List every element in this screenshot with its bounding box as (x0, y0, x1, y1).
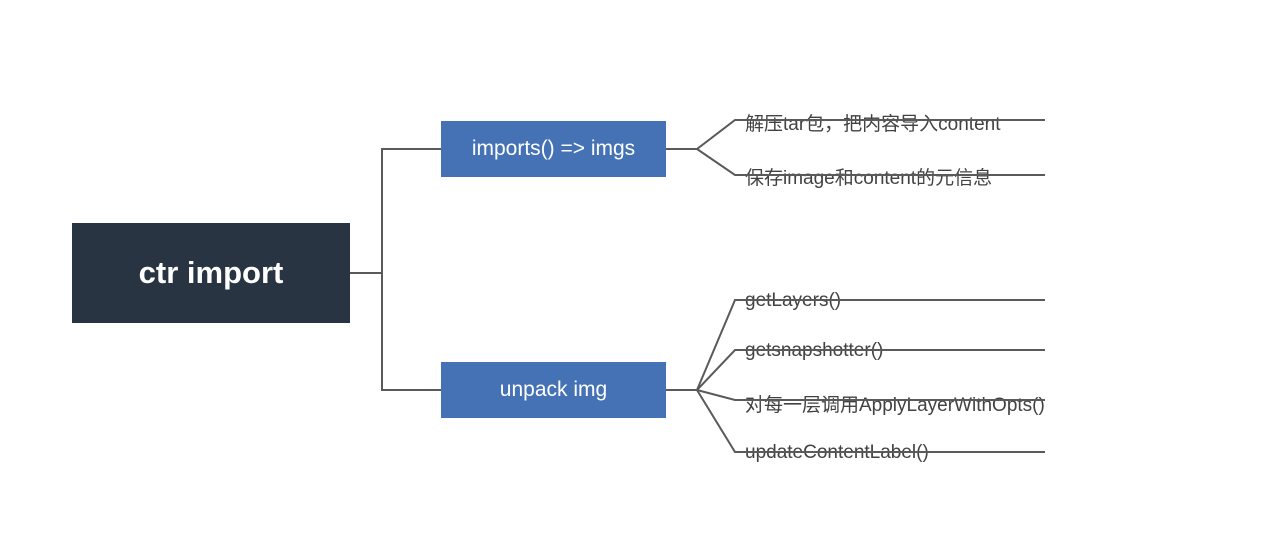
root-label: ctr import (139, 255, 284, 291)
child-node-unpack: unpack img (441, 362, 666, 418)
child-label: unpack img (500, 378, 607, 402)
child-node-imports: imports() => imgs (441, 121, 666, 177)
root-node: ctr import (72, 223, 350, 323)
child-label: imports() => imgs (472, 137, 635, 161)
leaf-text: 对每一层调用ApplyLayerWithOpts() (745, 390, 1045, 417)
leaf-text: getsnapshotter() (745, 340, 883, 362)
leaf-text: 解压tar包，把内容导入content (745, 109, 1001, 136)
leaf-text: updateContentLabel() (745, 442, 929, 464)
leaf-text: 保存image和content的元信息 (745, 163, 992, 190)
leaf-text: getLayers() (745, 290, 841, 312)
